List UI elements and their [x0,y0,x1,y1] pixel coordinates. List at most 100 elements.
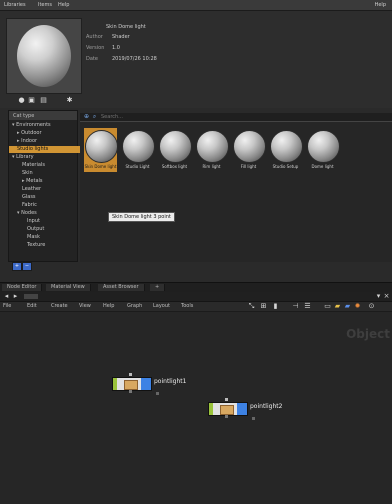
node-toolbar-item[interactable]: View [79,303,91,309]
tree-expander-icon[interactable]: ▾ [17,210,20,216]
asset-thumbnail[interactable]: Studio Setup [269,128,303,172]
node-swatch [124,380,138,390]
tree-item[interactable]: ▸ Outdoor [9,130,85,137]
asset-thumbnail[interactable]: Fill light [232,128,266,172]
align-icon[interactable]: ⊣ [292,303,299,310]
node-bottom-pin[interactable] [129,390,132,393]
image-icon[interactable]: ▤ [40,97,47,104]
node-top-pin[interactable] [129,373,132,376]
node-top-pin[interactable] [225,398,228,401]
thumbnail-label: Rim light [202,164,221,169]
settings-icon[interactable]: ✱ [66,97,73,104]
node-toolbar-item[interactable]: Tools [181,303,193,309]
tab[interactable]: Asset Browser [98,284,145,291]
node-toolbar-item[interactable]: Help [103,303,114,309]
path-bar: ◂ ▸ ▾ × [0,292,392,302]
asset-thumbnail[interactable]: Rim light [195,128,229,172]
add-button[interactable]: + [12,262,22,271]
node-body[interactable] [208,402,248,416]
asset-thumbnail[interactable]: Skin Dome light [84,128,118,172]
zoom-in-icon[interactable]: ⊕ [83,113,90,120]
thumbnail-preview [270,130,303,163]
tree-item-label: Materials [22,162,45,168]
node-toolbar-item[interactable]: Create [51,303,68,309]
node-input-port[interactable] [209,403,213,415]
menu-help[interactable]: Help [58,2,69,8]
tree-expander-icon[interactable]: ▸ [17,130,20,136]
thumbnail-preview [233,130,266,163]
folder-icon[interactable]: ▰ [334,303,341,310]
back-icon[interactable]: ◂ [3,293,10,300]
menu-items[interactable]: Items [38,2,52,8]
menu-bar: Libraries Items Help Help [0,0,392,11]
node-output-port[interactable] [141,378,151,390]
node-status-dot [156,392,159,395]
thumbnail-label: Fill light [240,164,257,169]
thumbnail-preview [159,130,192,163]
node-toolbar-item[interactable]: Edit [27,303,37,309]
close-icon[interactable]: × [383,293,390,300]
tree-item[interactable]: ▾ Nodes [9,210,85,217]
chevron-down-icon[interactable]: ▾ [375,293,382,300]
remove-button[interactable]: − [22,262,32,271]
tree-item[interactable]: Glass [9,194,90,201]
tree-item[interactable]: ▾ Library [9,154,80,161]
tree-item-label: Glass [22,194,36,200]
node-output-port[interactable] [237,403,247,415]
node-toolbar-item[interactable]: Layout [153,303,170,309]
node-toolbar-item[interactable]: File [3,303,11,309]
frame-icon[interactable]: ⊞ [260,303,267,310]
tree-item[interactable]: ▸ Metals [9,178,90,185]
menu-libraries[interactable]: Libraries [4,2,26,8]
tab[interactable]: Node Editor [2,284,43,291]
node-label: pointlight1 [154,378,187,385]
node-bottom-pin[interactable] [225,415,228,418]
menu-help-right[interactable]: Help [375,2,386,8]
camera-icon[interactable]: ● [18,97,25,104]
category-tree: Cat type ▾ Environments ▸ Outdoor ▸ Indoor… [8,110,85,262]
node-icon[interactable]: ▰ [344,303,351,310]
node-input-port[interactable] [113,378,117,390]
zoom-icon[interactable]: ⊙ [368,303,375,310]
node-body[interactable] [112,377,152,391]
tree-expander-icon[interactable]: ▸ [17,138,20,144]
tree-expander-icon[interactable]: ▾ [12,122,15,128]
tab[interactable]: + [150,284,166,291]
search-input[interactable] [101,114,371,120]
info-row-version: Version 1.0 [86,45,120,51]
asset-thumbnail[interactable]: Studio Light [121,128,155,172]
window-icon[interactable]: ▭ [324,303,331,310]
path-field[interactable] [24,294,38,299]
asset-thumbnail[interactable]: Dome light [306,128,340,172]
tree-item[interactable]: Fabric [9,202,90,209]
tree-item-label: Input [27,218,40,224]
tree-item[interactable]: Studio lights [9,146,85,153]
asset-thumbnail[interactable]: Softbox light [158,128,192,172]
tree-item[interactable]: ▸ Indoor [9,138,85,145]
tab[interactable]: Material View [46,284,91,291]
tree-item[interactable]: Materials [9,162,90,169]
tree-expander-icon[interactable]: ▾ [12,154,15,160]
thumbnail-preview [196,130,229,163]
tree-item-label: Skin [22,170,33,176]
node-pointlight2[interactable]: pointlight2 [208,398,282,420]
save-icon[interactable]: ▣ [28,97,35,104]
node-pointlight1[interactable]: pointlight1 [112,373,186,395]
tree-item-label: Environments [16,122,51,128]
layout-icon[interactable]: ▮ [272,303,279,310]
tree-item[interactable]: Skin [9,170,90,177]
asset-title: Skin Dome light [106,24,146,30]
search-icon[interactable]: ⌕ [91,113,98,120]
tree-expander-icon[interactable]: ▸ [22,178,25,184]
tree-item[interactable]: ▾ Environments [9,122,80,129]
tree-item-label: Studio lights [17,146,49,152]
node-toolbar-item[interactable]: Graph [127,303,142,309]
select-tool-icon[interactable]: ⤡ [248,303,255,310]
sun-icon[interactable]: ✹ [354,303,361,310]
tree-item-label: Nodes [21,210,37,216]
forward-icon[interactable]: ▸ [12,293,19,300]
tree-item-label: Library [16,154,34,160]
grid-icon[interactable]: ☰ [304,303,311,310]
tree-item[interactable]: Leather [9,186,90,193]
node-editor-canvas[interactable]: Object pointlight1 pointlight2 [0,312,392,504]
